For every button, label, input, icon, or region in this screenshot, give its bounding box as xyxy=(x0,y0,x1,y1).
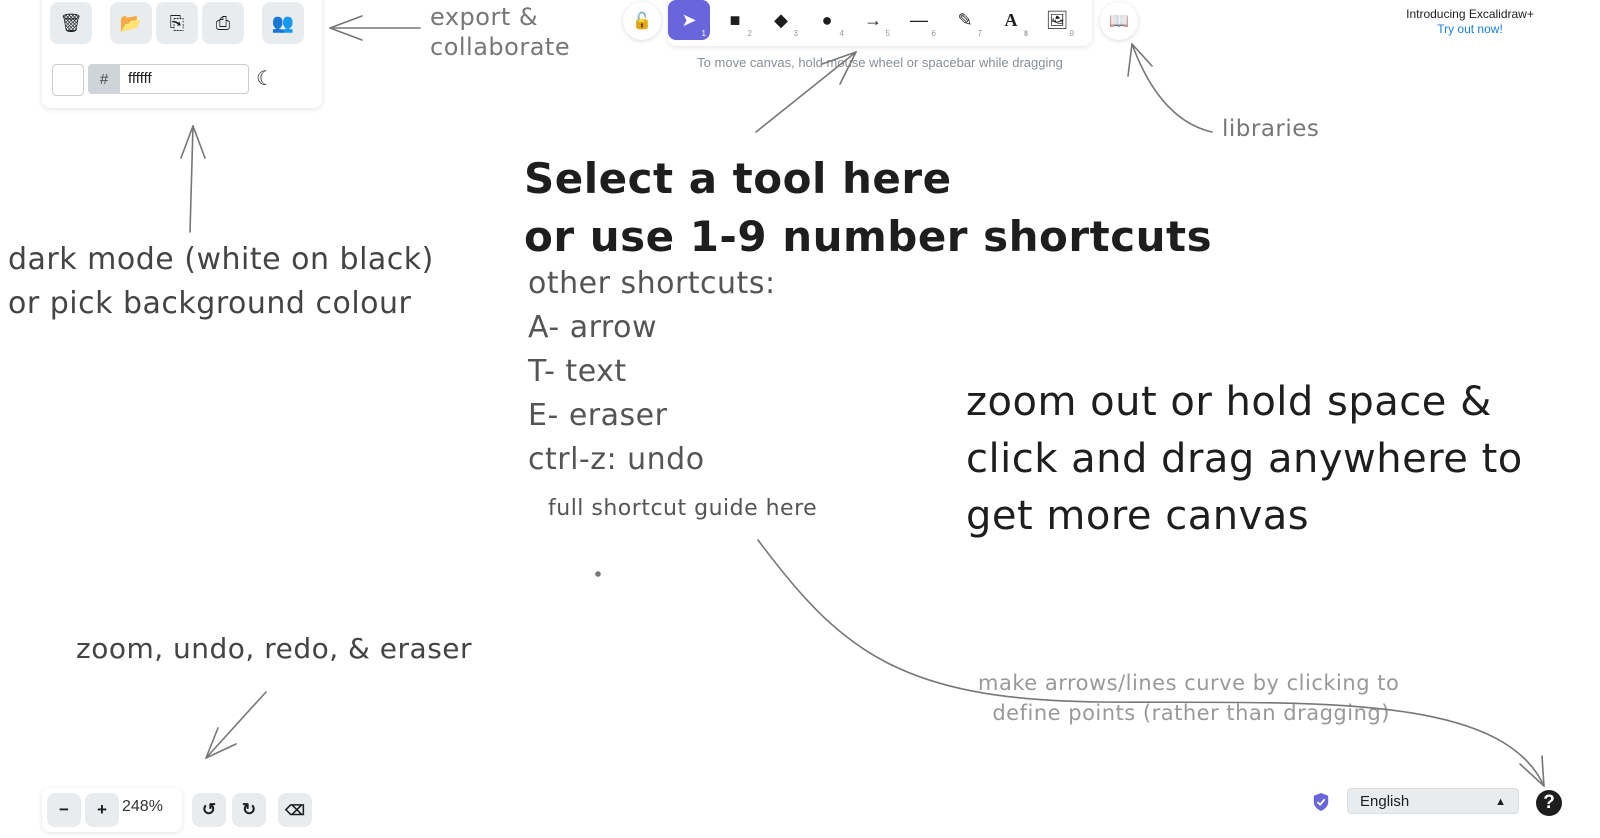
zoom-level[interactable]: 248% xyxy=(122,798,163,816)
arrow-select-tool xyxy=(755,51,857,133)
zoom-out-button[interactable]: − xyxy=(47,793,81,827)
plus-icon: + xyxy=(97,800,107,819)
minus-icon: − xyxy=(59,800,69,819)
canvas-drawings xyxy=(180,15,1545,787)
caret-up-icon: ▲ xyxy=(1495,796,1506,808)
shield-check-icon xyxy=(1313,793,1329,811)
zoom-in-button[interactable]: + xyxy=(85,793,119,827)
arrow-export xyxy=(329,15,421,41)
arrow-dark-mode xyxy=(180,125,206,233)
language-select[interactable]: English ▲ xyxy=(1347,788,1519,814)
arrow-libraries xyxy=(1127,43,1213,133)
help-button[interactable]: ? xyxy=(1536,790,1562,816)
undo-icon: ↺ xyxy=(201,800,217,819)
dot-mark xyxy=(595,571,601,577)
question-icon: ? xyxy=(1543,792,1555,813)
redo-button[interactable]: ↻ xyxy=(232,793,266,827)
arrow-footer xyxy=(205,691,267,759)
eraser-button[interactable]: ⌫ xyxy=(278,793,312,827)
arrow-help xyxy=(757,539,1545,787)
eraser-icon: ⌫ xyxy=(285,801,305,818)
redo-icon: ↻ xyxy=(241,800,257,819)
undo-button[interactable]: ↺ xyxy=(192,793,226,827)
language-value: English xyxy=(1360,793,1410,810)
zoom-controls: − + 248% xyxy=(42,788,182,832)
